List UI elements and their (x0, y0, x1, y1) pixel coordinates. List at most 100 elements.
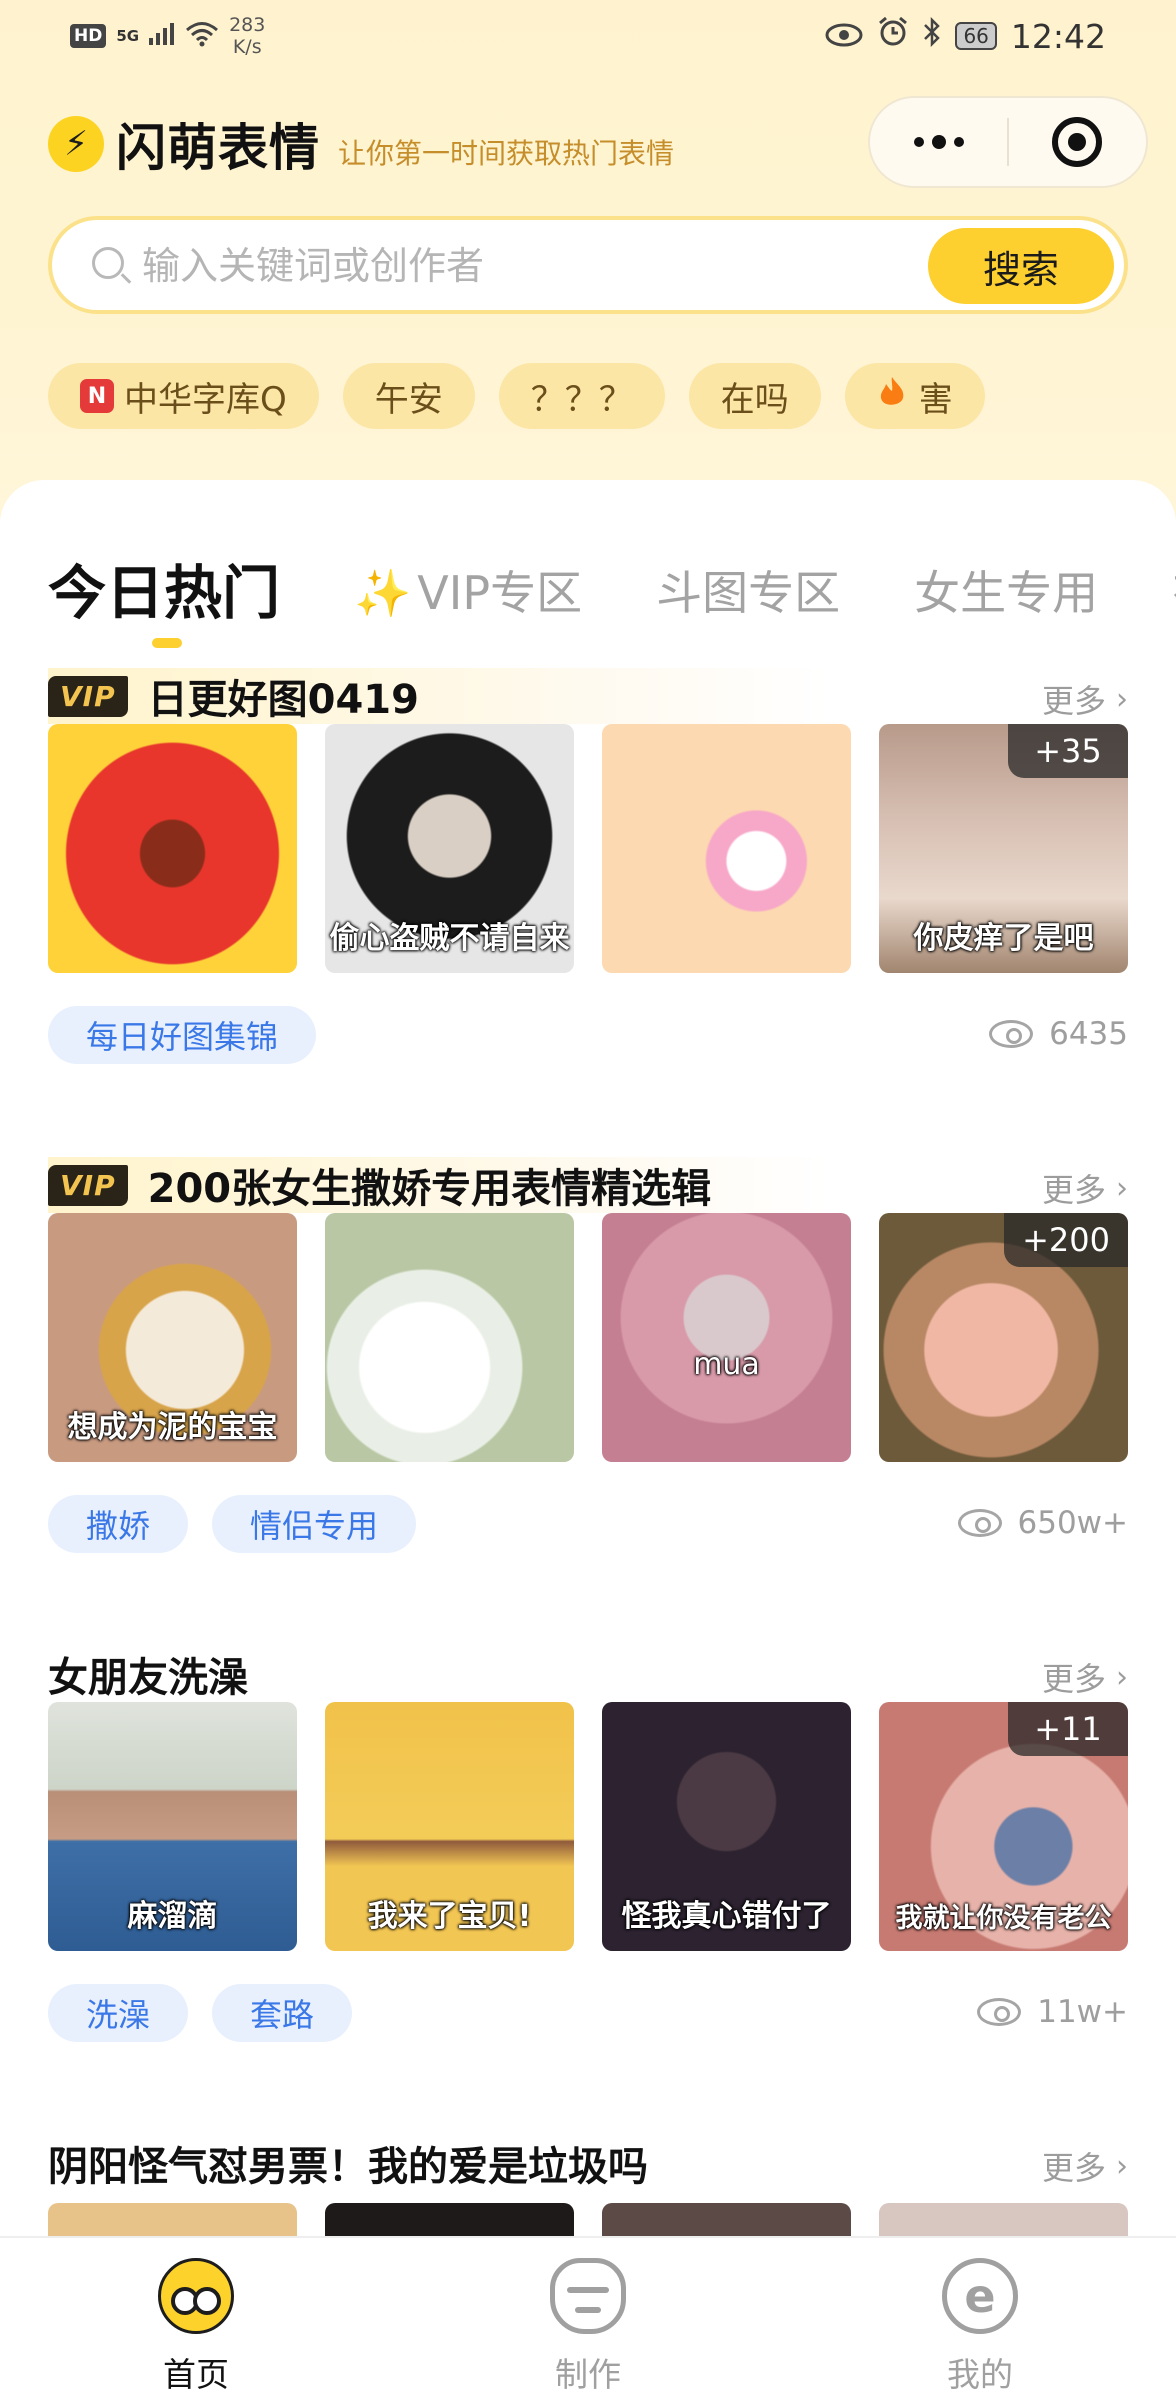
nav-home-label: 首页 (163, 2355, 229, 2394)
fire-icon (877, 375, 907, 417)
section-header[interactable]: VIP 日更好图0419 (48, 668, 828, 724)
section-title: 日更好图0419 (147, 677, 419, 723)
hot-tag[interactable]: 午安 (342, 363, 475, 429)
bottom-navigation: 首页 制作 我的 (0, 2236, 1176, 2400)
emoji-thumbnail-tom-cat[interactable]: +11 我就让你没有老公 (879, 1702, 1128, 1951)
eye-icon (957, 1509, 1002, 1537)
miniprogram-capsule (868, 96, 1148, 188)
bluetooth-icon (923, 16, 941, 55)
view-count-value: 6435 (1049, 1016, 1128, 1052)
topic-tag[interactable]: 洗澡 (48, 1984, 189, 2042)
search-input[interactable] (142, 238, 962, 294)
hot-tag[interactable]: 害 (844, 363, 985, 429)
alarm-icon (877, 16, 909, 56)
hot-tag[interactable]: N 中华字库Q (48, 363, 319, 429)
emoji-thumbnail-white-bunny[interactable] (325, 1213, 574, 1462)
vip-badge: VIP (48, 675, 128, 717)
emoji-thumbnail-drama[interactable]: +35 你皮痒了是吧 (879, 724, 1128, 973)
more-label: 更多 (1041, 1171, 1106, 1209)
more-dots-icon (913, 135, 964, 149)
tab-vip[interactable]: ✨ VIP专区 (354, 558, 582, 628)
nav-make[interactable]: 制作 (488, 2258, 688, 2396)
topic-tag[interactable]: 情侣专用 (212, 1495, 417, 1553)
clock: 12:42 (1010, 16, 1106, 56)
tab-vip-label: VIP专区 (417, 566, 583, 620)
thumbnail-caption: 想成为泥的宝宝 (67, 1410, 278, 1445)
status-bar: HD 5G 283 K/s 66 12:42 (0, 0, 1176, 72)
chevron-right-icon: › (1116, 2148, 1128, 2184)
signal-bars-icon (149, 22, 175, 50)
nav-me-label: 我的 (947, 2355, 1013, 2394)
chevron-right-icon: › (1116, 1659, 1128, 1695)
category-tabs: 今日热门 ✨VIP专区 斗图专区 女生专用 有 (48, 528, 1176, 648)
main-content: 今日热门 ✨VIP专区 斗图专区 女生专用 有 VIP 日更好图0419 更多 ›… (0, 480, 1176, 2400)
thumbnail-caption: 怪我真心错付了 (621, 1899, 832, 1934)
emoji-thumbnail-man[interactable]: 麻溜滴 (48, 1702, 297, 1951)
eye-icon (989, 1020, 1034, 1048)
more-link[interactable]: 更多 › (1042, 2143, 1128, 2189)
more-link[interactable]: 更多 › (1042, 676, 1128, 722)
status-left: HD 5G 283 K/s (70, 14, 265, 58)
tab-today-hot[interactable]: 今日热门 (48, 558, 280, 648)
vip-badge: VIP (48, 1164, 128, 1206)
more-link[interactable]: 更多 › (1042, 1165, 1128, 1211)
view-count: 650w+ (957, 1505, 1129, 1541)
sparkle-icon: ✨ (354, 566, 412, 620)
thumbnail-caption: 我就让你没有老公 (895, 1903, 1112, 1934)
tab-girls[interactable]: 女生专用 (914, 558, 1098, 628)
home-face-icon (158, 2258, 234, 2334)
brand: ⚡ 闪萌表情 让你第一时间获取热门表情 (48, 108, 674, 180)
emoji-thumbnail-lips[interactable] (48, 724, 297, 973)
emoji-thumbnail-dark-cartoon[interactable]: 怪我真心错付了 (602, 1702, 851, 1951)
hot-tag-label: 午安 (374, 379, 443, 420)
thumbnail-caption: 我来了宝贝! (367, 1899, 532, 1934)
emoji-thumbnail-cartoon-dance[interactable]: 我来了宝贝! (325, 1702, 574, 1951)
emoji-thumbnail-pixel-cat[interactable] (602, 724, 851, 973)
network-speed-unit: K/s (232, 36, 262, 58)
search-button[interactable]: 搜索 (928, 228, 1114, 304)
eye-icon (977, 1998, 1022, 2026)
nav-home[interactable]: 首页 (96, 2258, 296, 2396)
lightning-logo-icon: ⚡ (48, 116, 104, 172)
header-area: HD 5G 283 K/s 66 12:42 ⚡ 闪萌表情 让你第一时间获取热门… (0, 0, 1176, 520)
network-speed-value: 283 (229, 14, 266, 36)
thumbnail-caption: 你皮痒了是吧 (913, 921, 1094, 956)
more-label: 更多 (1041, 682, 1106, 720)
emoji-thumbnail-pink-bear[interactable]: +200 (879, 1213, 1128, 1462)
tag-row: 洗澡 套路 (48, 1984, 353, 2042)
more-menu-button[interactable] (870, 98, 1007, 186)
chevron-right-icon: › (1116, 681, 1128, 717)
emoji-thumbnail-cat-hat[interactable]: 想成为泥的宝宝 (48, 1213, 297, 1462)
topic-tag[interactable]: 撒娇 (48, 1495, 189, 1553)
make-face-icon (550, 2258, 626, 2334)
thumbnail-row: 想成为泥的宝宝 mua +200 (48, 1213, 1128, 1462)
tab-more-category[interactable]: 有 (1172, 558, 1176, 628)
tab-doutu[interactable]: 斗图专区 (656, 558, 840, 628)
hot-search-tags: N 中华字库Q 午安 ？？？ 在吗 害 (48, 363, 985, 429)
section-header[interactable]: 女朋友洗澡 (48, 1646, 828, 1702)
hot-tag-label: 在吗 (720, 379, 789, 420)
search-bar: 搜索 (48, 216, 1128, 314)
hot-tag-label: 害 (918, 379, 953, 420)
network-speed: 283 K/s (229, 14, 265, 58)
thumbnail-caption: 麻溜滴 (127, 1899, 218, 1934)
topic-tag[interactable]: 每日好图集锦 (48, 1006, 317, 1064)
emoji-thumbnail-cat-thief[interactable]: 偷心盗贼不请自来 (325, 724, 574, 973)
hot-tag[interactable]: 在吗 (688, 363, 821, 429)
more-link[interactable]: 更多 › (1042, 1654, 1128, 1700)
nav-me[interactable]: 我的 (880, 2258, 1080, 2396)
more-count-badge: +35 (1008, 724, 1128, 778)
thumbnail-row: 偷心盗贼不请自来 +35 你皮痒了是吧 (48, 724, 1128, 973)
battery-level: 66 (955, 22, 997, 50)
signal-label: 5G (116, 27, 140, 45)
thumbnail-caption: mua (693, 1347, 760, 1382)
close-miniprogram-button[interactable] (1009, 98, 1146, 186)
view-count-value: 11w+ (1037, 1994, 1128, 2030)
topic-tag[interactable]: 套路 (212, 1984, 353, 2042)
emoji-thumbnail-pink-cat[interactable]: mua (602, 1213, 851, 1462)
section-header[interactable]: VIP 200张女生撒娇专用表情精选辑 (48, 1157, 828, 1213)
hot-tag-label: 中华字库Q (124, 379, 287, 420)
hot-tag[interactable]: ？？？ (498, 363, 665, 429)
view-count-value: 650w+ (1017, 1505, 1129, 1541)
section-header[interactable]: 阴阳怪气怼男票！我的爱是垃圾吗 (48, 2135, 828, 2191)
